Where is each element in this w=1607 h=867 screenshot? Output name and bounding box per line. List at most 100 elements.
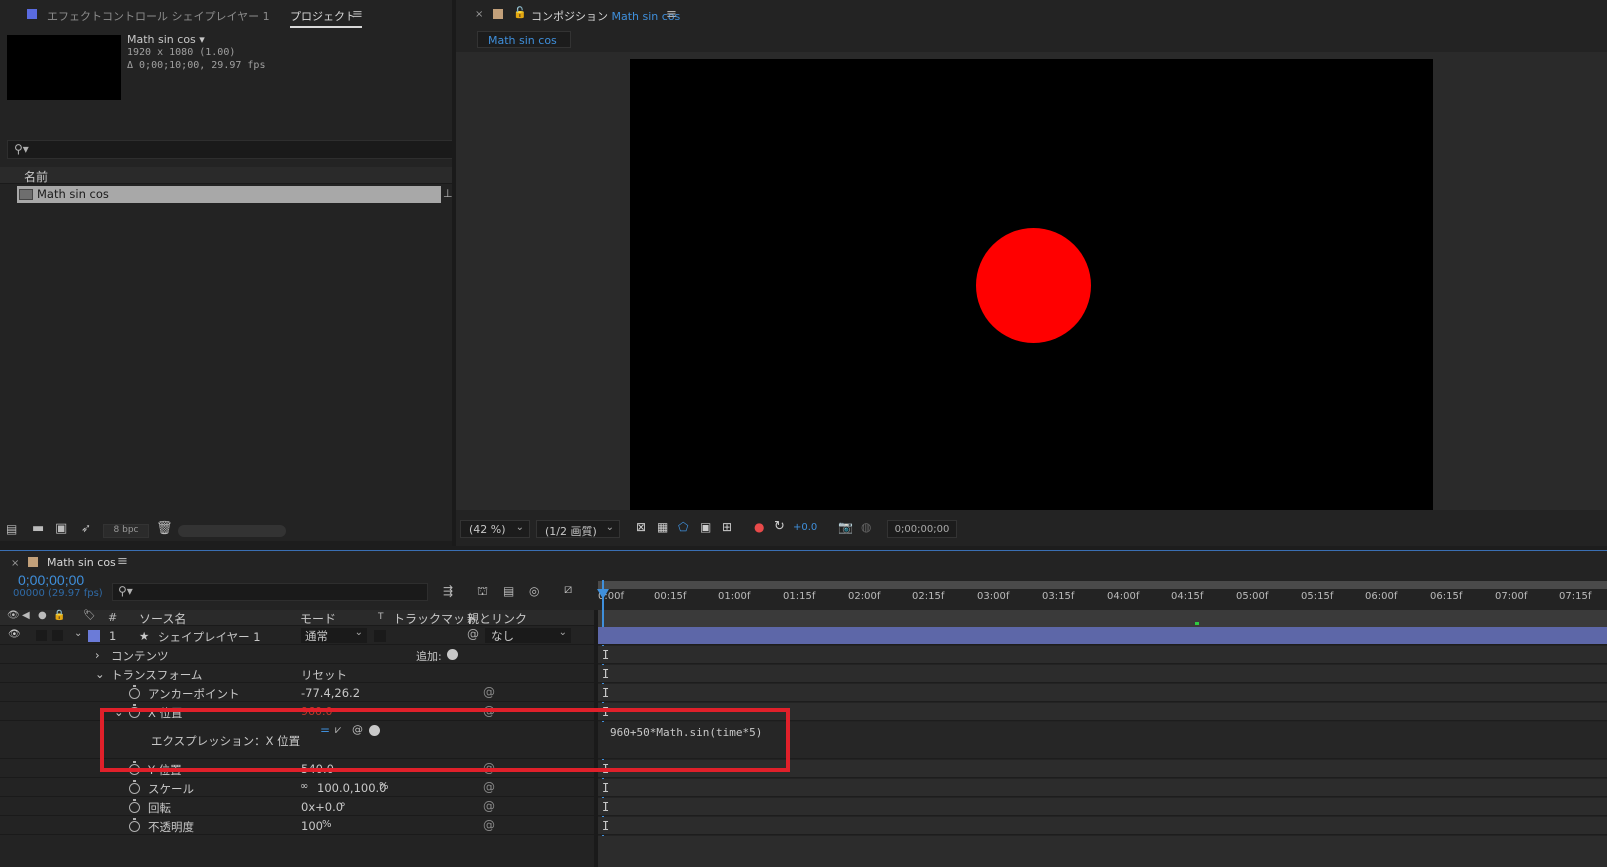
column-mode[interactable]: モード — [300, 610, 336, 627]
transparency-grid-icon[interactable]: ▦ — [657, 520, 668, 534]
thumbnail-slider[interactable] — [178, 525, 286, 537]
lock-icon[interactable]: 🔓 — [513, 6, 527, 19]
bpc-badge[interactable]: 8 bpc — [103, 524, 149, 538]
mode-dropdown[interactable]: 通常 ⌄ — [301, 627, 367, 643]
parent-dropdown[interactable]: なし ⌄ — [485, 627, 571, 643]
trash-icon[interactable]: 🗑 — [156, 521, 173, 536]
parent-pickwhip-icon[interactable]: @ — [467, 627, 479, 641]
layer-duration-bar[interactable] — [598, 627, 1607, 645]
draft-3d-icon[interactable]: ⛫ — [477, 584, 488, 600]
comp-timecode[interactable]: 0;00;00;00 — [887, 520, 957, 538]
layer-color-label[interactable] — [88, 630, 100, 642]
timeline-menu-icon[interactable]: ≡ — [117, 554, 128, 569]
anchor-point-value[interactable]: -77.4,26.2 — [301, 686, 360, 700]
solo-box[interactable] — [36, 630, 47, 641]
column-t[interactable]: T — [378, 612, 384, 622]
time-ruler[interactable]: 0:00f 00:15f 01:00f 01:15f 02:00f 02:15f… — [598, 579, 1607, 627]
contents-row[interactable]: › コンテンツ 追加: — [0, 646, 594, 664]
timeline-close-icon[interactable]: × — [11, 558, 19, 569]
effect-control-color-swatch — [27, 9, 37, 19]
parent-value: なし — [491, 629, 514, 643]
layer-name[interactable]: シェイプレイヤー 1 — [158, 629, 261, 645]
rotation-track: I — [598, 798, 1607, 816]
guides-icon[interactable]: ⊞ — [722, 520, 732, 534]
comp-subtab[interactable]: Math sin cos — [477, 31, 571, 48]
comp-tab-label[interactable]: コンポジション Math sin cos — [531, 8, 680, 24]
channel-icon[interactable]: ● — [754, 520, 764, 534]
column-name-label[interactable]: 名前 — [24, 168, 48, 185]
visibility-eye-icon[interactable]: 👁 — [8, 629, 21, 640]
comp-mini-flowchart-icon[interactable]: ⇶ — [443, 584, 453, 598]
scale-unit: % — [379, 781, 389, 792]
item-title[interactable]: Math sin cos ▾ — [127, 33, 205, 46]
render-icon[interactable]: ➶ — [81, 521, 91, 535]
column-trackmatte[interactable]: トラックマット — [393, 610, 477, 627]
graph-editor-icon[interactable]: ⧄ — [564, 582, 572, 597]
constrain-proportions-icon[interactable]: ∞ — [300, 781, 308, 792]
new-folder-icon[interactable]: ▬ — [32, 521, 44, 536]
opacity-value[interactable]: 100 — [301, 819, 323, 833]
pickwhip-icon[interactable]: @ — [483, 799, 495, 813]
scale-row[interactable]: スケール ∞ 100.0,100.0 % @ — [0, 779, 594, 797]
anchor-point-row[interactable]: アンカーポイント -77.4,26.2 @ — [0, 684, 594, 702]
rotation-row[interactable]: 回転 0x+0.0 ° @ — [0, 798, 594, 816]
column-hash[interactable]: # — [108, 611, 117, 624]
column-parent[interactable]: 親とリンク — [467, 610, 527, 627]
layer-column-header: 👁 ◀ ● 🔒 🏷 # ソース名 モード T トラックマット 親とリンク — [0, 610, 594, 626]
work-area-bar[interactable] — [598, 581, 1607, 589]
timeline-timecode[interactable]: 0;00;00;00 — [18, 572, 84, 588]
timeline-tab-label[interactable]: Math sin cos — [47, 556, 116, 569]
stopwatch-icon[interactable] — [129, 818, 140, 832]
scale-value[interactable]: 100.0,100.0 — [317, 781, 387, 795]
chevron-right-icon[interactable]: › — [95, 648, 100, 662]
tab-effect-control[interactable]: エフェクトコントロール シェイプレイヤー 1 — [47, 8, 270, 24]
snapshot-camera-icon[interactable]: 📷 — [838, 520, 853, 534]
exposure-value[interactable]: +0.0 — [793, 522, 817, 533]
chevron-down-icon[interactable]: ⌄ — [74, 628, 82, 639]
stopwatch-icon[interactable] — [129, 685, 140, 699]
ibeam-icon: I — [602, 686, 610, 700]
project-search-input[interactable]: ⚲▾ — [7, 140, 455, 159]
ruler-baseline — [598, 610, 1607, 627]
mask-visibility-icon[interactable]: ⬠ — [678, 520, 688, 534]
timeline-search-input[interactable]: ⚲▾ — [112, 583, 428, 601]
transform-row[interactable]: ⌄ トランスフォーム リセット — [0, 665, 594, 683]
ibeam-icon: I — [602, 781, 610, 795]
stopwatch-icon[interactable] — [129, 780, 140, 794]
chevron-down-icon[interactable]: ⌄ — [95, 667, 105, 681]
stopwatch-icon[interactable] — [129, 799, 140, 813]
region-of-interest-icon[interactable]: ▣ — [700, 520, 711, 534]
rotation-value[interactable]: 0x+0.0 — [301, 800, 343, 814]
layer-row[interactable]: 👁 ⌄ 1 ★ シェイプレイヤー 1 通常 ⌄ @ なし ⌄ — [0, 627, 594, 645]
new-comp-icon[interactable]: ▣ — [55, 521, 67, 536]
comp-viewer[interactable] — [456, 52, 1607, 510]
lock-box[interactable] — [52, 630, 63, 641]
reset-link[interactable]: リセット — [301, 667, 347, 683]
comp-menu-icon[interactable]: ≡ — [666, 7, 677, 22]
ruler-tick-label: 04:00f — [1107, 591, 1140, 602]
column-source-name[interactable]: ソース名 — [139, 610, 186, 627]
ruler-tick-label: 02:00f — [848, 591, 881, 602]
fast-preview-icon[interactable]: ⊠ — [636, 520, 646, 534]
frame-blending-icon[interactable]: ◎ — [529, 584, 539, 598]
red-circle-shape[interactable] — [976, 228, 1091, 343]
interpret-footage-icon[interactable]: ▤ — [6, 522, 17, 536]
audio-column-icon: ◀ — [22, 610, 30, 621]
zoom-dropdown[interactable]: (42 %) ⌄ — [460, 520, 530, 538]
comp-close-icon[interactable]: × — [475, 9, 483, 20]
pickwhip-icon[interactable]: @ — [483, 780, 495, 794]
chevron-down-icon: ⌄ — [605, 522, 614, 533]
lock-column-icon: 🔒 — [53, 610, 66, 621]
resolution-dropdown[interactable]: (1/2 画質) ⌄ — [536, 520, 620, 538]
shy-layers-icon[interactable]: ▤ — [503, 584, 514, 598]
add-play-icon[interactable] — [447, 649, 458, 660]
show-snapshot-icon[interactable]: ◍ — [861, 520, 871, 534]
pickwhip-icon[interactable]: @ — [483, 685, 495, 699]
pickwhip-icon[interactable]: @ — [483, 818, 495, 832]
trackmatte-box[interactable] — [374, 630, 386, 642]
add-label[interactable]: 追加: — [416, 648, 442, 664]
project-item-row[interactable]: Math sin cos — [17, 186, 441, 203]
reset-exposure-icon[interactable]: ↻ — [774, 519, 785, 534]
project-menu-icon[interactable]: ≡ — [352, 7, 363, 22]
opacity-row[interactable]: 不透明度 100 % @ — [0, 817, 594, 835]
